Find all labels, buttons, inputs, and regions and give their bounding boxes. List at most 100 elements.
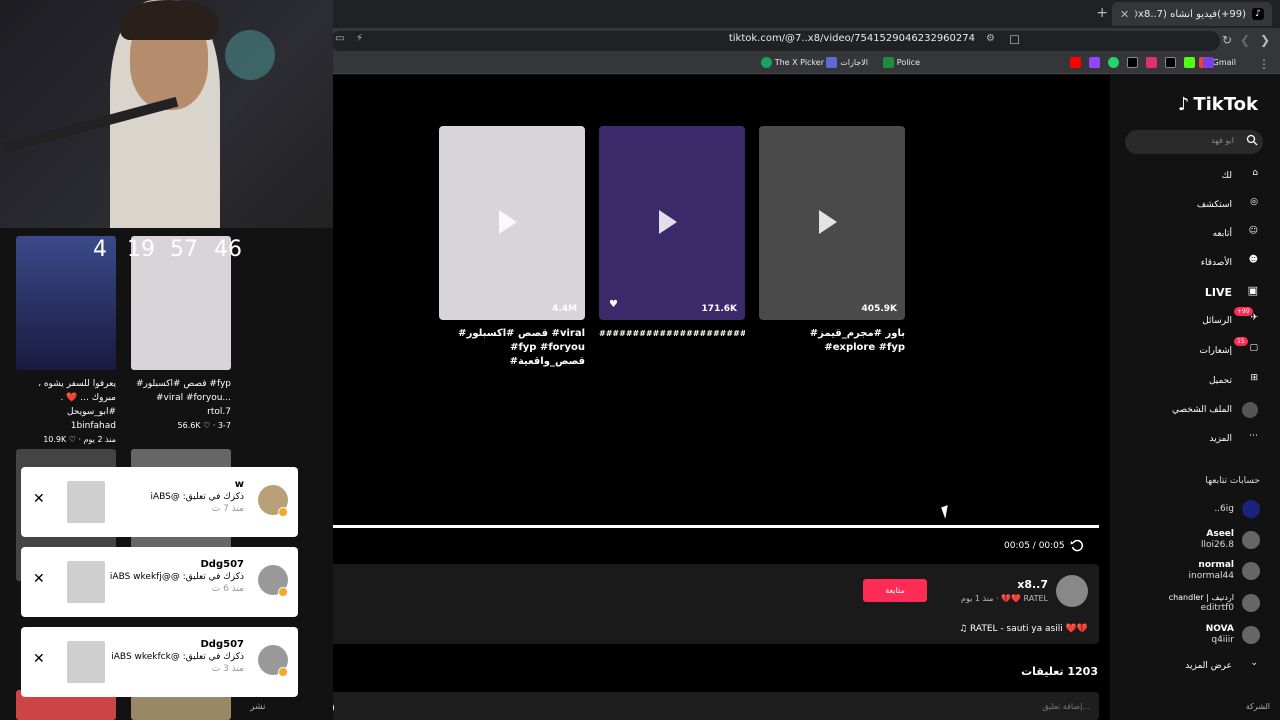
kick-icon[interactable] <box>1184 57 1195 68</box>
nav-label: إشعارات <box>1199 346 1232 356</box>
video-card[interactable]: ♥ 171.6K <box>599 126 745 320</box>
comment-box <box>299 692 1099 720</box>
company-link[interactable]: الشركة <box>1246 702 1270 711</box>
browser-tab[interactable]: ♪ (99+)فيديو أنشأه (x8..7@) ❤️💔 L ✕ <box>1112 2 1272 26</box>
followed-account[interactable]: Aseel lloi26.8 <box>1201 529 1260 551</box>
view-count: 405.9K <box>861 304 897 314</box>
nav-label: LIVE <box>1204 285 1232 299</box>
tiktok-icon[interactable] <box>1165 57 1176 68</box>
music-link[interactable]: ♫ RATEL - sauti ya asili ❤️💔 <box>959 624 1088 634</box>
followed-account[interactable]: 6ig.. <box>1214 500 1260 518</box>
author-name[interactable]: x8..7 <box>1017 578 1048 591</box>
cast-icon[interactable]: ▭ <box>335 33 344 44</box>
back-button[interactable]: ❯ <box>1260 33 1270 47</box>
new-tab-button[interactable]: + <box>1096 5 1108 21</box>
whatsapp-icon[interactable] <box>1108 57 1119 68</box>
x-icon[interactable] <box>1127 57 1138 68</box>
followed-account[interactable]: اردنيف | chandler editrtf0 <box>1169 592 1260 614</box>
nav-following[interactable]: ☺ أتابعه <box>1213 224 1258 244</box>
list-icon <box>826 57 838 68</box>
notification-toast[interactable]: ✕ Ddg507 ذكرك في تعليق: @@iABS wkekfj منذ … <box>21 547 298 617</box>
author-subtitle: RATEL ❤️💔 · منذ 1 يوم <box>961 594 1048 603</box>
nav-live[interactable]: ▣ LIVE <box>1205 282 1258 302</box>
video-caption[interactable]: ########################## <box>599 327 745 357</box>
user-follow-icon: ☺ <box>1248 226 1258 236</box>
video-card[interactable]: 405.9K <box>759 126 905 320</box>
post-label[interactable]: نشر <box>250 702 266 712</box>
video-caption[interactable]: #باور #مجرم_قيمز #explore #fyp <box>759 327 905 355</box>
followed-account[interactable]: normal inormal44 <box>1189 560 1260 582</box>
chevron-down-icon: ⌄ <box>1250 658 1258 668</box>
count-label: 19 <box>127 237 155 262</box>
search-input[interactable]: ابو فهد <box>1211 136 1234 145</box>
upload-icon: ⊞ <box>1250 373 1258 383</box>
notification-thumbnail <box>67 561 105 603</box>
follow-button[interactable]: متابعة <box>863 579 927 602</box>
twitch-icon[interactable] <box>1089 57 1100 68</box>
nav-for-you[interactable]: ⌂ لك <box>1222 166 1258 186</box>
caption-user: 1binfahad <box>70 421 116 431</box>
url-text[interactable]: tiktok.com/@7..x8/video/7541529046232960… <box>729 33 975 44</box>
instagram-icon[interactable] <box>1146 57 1157 68</box>
bookmark-star-icon[interactable]: ☐ <box>1009 33 1020 47</box>
notification-text: ذكرك في تعليق: @iABS wkekfck <box>111 652 244 662</box>
bookmark-xpicker[interactable]: The X Picker <box>760 57 824 68</box>
notification-toast[interactable]: ✕ Ddg507 ذكرك في تعليق: @iABS wkekfck منذ … <box>21 627 298 697</box>
followed-account[interactable]: NOVA q4iiir <box>1206 624 1260 646</box>
search-icon[interactable] <box>1246 134 1258 146</box>
bookmark-police[interactable]: Police <box>882 57 920 68</box>
compass-icon: ◎ <box>1250 197 1258 207</box>
video-progress-bar[interactable] <box>299 525 1099 528</box>
account-handle: 6ig.. <box>1214 503 1234 514</box>
nav-upload[interactable]: ⊞ تحميل <box>1209 371 1258 391</box>
nav-label: أتابعه <box>1212 229 1232 239</box>
avatar <box>1242 562 1260 580</box>
forward-button[interactable]: ❮ <box>1240 33 1250 47</box>
extension-icon[interactable]: ⚡ <box>356 33 363 44</box>
site-settings-icon[interactable]: ⚙ <box>986 33 995 44</box>
search-box[interactable] <box>1125 130 1263 154</box>
close-icon[interactable]: ✕ <box>33 651 45 667</box>
tiktok-logo-icon: ♪ <box>1177 94 1190 115</box>
account-handle: q4iiir <box>1211 635 1234 645</box>
close-icon[interactable]: ✕ <box>33 491 45 507</box>
notification-thumbnail <box>67 641 105 683</box>
nav-explore[interactable]: ◎ استكشف <box>1197 195 1258 215</box>
notification-toast[interactable]: ✕ w ذكرك في تعليق: @iABS منذ 7 ث <box>21 467 298 537</box>
nav-more[interactable]: ⋯ المزيد <box>1209 429 1258 449</box>
nav-profile[interactable]: الملف الشخصي <box>1172 400 1258 420</box>
nav-label: تحميل <box>1208 376 1232 386</box>
reload-button[interactable]: ↻ <box>1222 33 1232 47</box>
webcam-overlay <box>0 0 333 228</box>
youtube-icon[interactable] <box>1070 57 1081 68</box>
nav-messages[interactable]: ✈ 99+ الرسائل <box>1202 307 1258 331</box>
thumbnail-caption[interactable]: #قصص #اكسبلور #fyp #viral #foryou... rtol… <box>131 377 231 433</box>
comment-input[interactable]: إضافة تعليق... <box>1042 702 1090 711</box>
notification-user: Ddg507 <box>200 639 245 650</box>
s-icon[interactable] <box>1203 57 1214 68</box>
thumbnail-caption[interactable]: يعرفوا للسفر يشوه ، مبروك ... ❤️ . #ابو_… <box>16 377 116 447</box>
video-card[interactable]: 4.4M <box>439 126 585 320</box>
more-bookmarks-icon[interactable]: ⋮ <box>1258 57 1270 71</box>
notification-text: ذكرك في تعليق: @iABS <box>150 492 244 502</box>
replay-icon[interactable] <box>1070 539 1084 553</box>
caption-meta: 56.6K ♡ · 3-7 <box>177 421 231 430</box>
notification-text: ذكرك في تعليق: @@iABS wkekfj <box>109 572 244 582</box>
video-caption[interactable]: #قصص #اكسبلور #viral #fyp #foryou #قصص_و… <box>439 327 585 369</box>
tiktok-favicon-icon: ♪ <box>1252 8 1264 20</box>
see-more-button[interactable]: ⌄ عرض المزيد <box>1185 656 1258 676</box>
close-tab-icon[interactable]: ✕ <box>1120 8 1129 21</box>
nav-friends[interactable]: ☻ الأصدقاء <box>1201 253 1258 273</box>
count-label: 57 <box>170 237 198 262</box>
notification-time: منذ 6 ث <box>211 584 244 594</box>
friends-icon: ☻ <box>1248 255 1258 265</box>
close-icon[interactable]: ✕ <box>33 571 45 587</box>
avatar <box>1242 626 1260 644</box>
bookmark-label: الاجازات <box>840 58 868 67</box>
messages-badge: 99+ <box>1234 307 1253 316</box>
tiktok-logo[interactable]: ♪ TikTok <box>1178 94 1258 115</box>
nav-inbox[interactable]: ▢ 15 إشعارات <box>1199 337 1258 361</box>
account-handle: editrtf0 <box>1200 603 1234 613</box>
author-avatar[interactable] <box>1056 575 1088 607</box>
bookmark-leaves[interactable]: الاجازات <box>826 57 868 68</box>
